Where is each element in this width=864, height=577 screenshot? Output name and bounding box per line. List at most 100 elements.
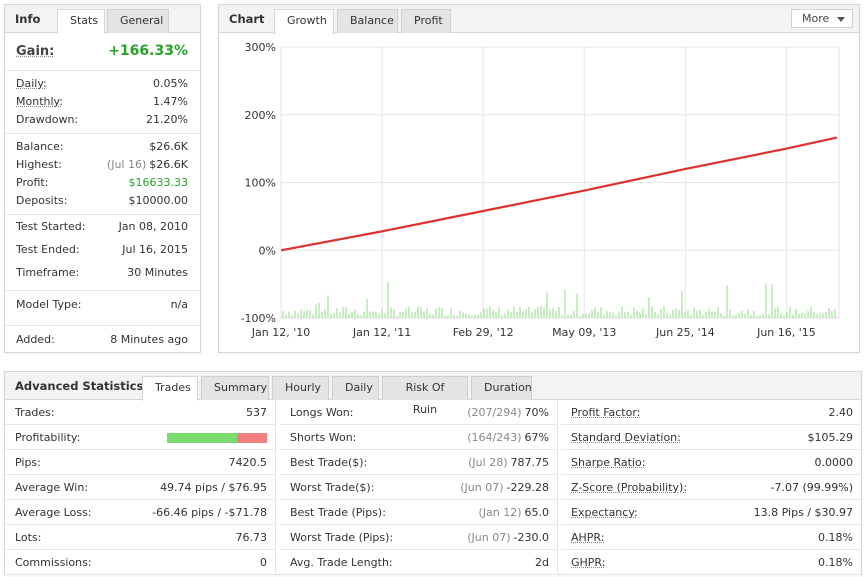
avg-trade-length-label: Avg. Trade Length: bbox=[290, 556, 393, 569]
best-trade-dollars-value: 787.75 bbox=[510, 456, 550, 469]
stats-column-3: Profit Factor: 2.40 Standard Deviation: $1… bbox=[561, 400, 861, 575]
highest-value: $26.6K bbox=[149, 158, 188, 171]
stat-row-z-score: Z-Score (Probability): -7.07 (99.99%) bbox=[561, 475, 861, 500]
average-win-value: 49.74 pips / $76.95 bbox=[160, 481, 267, 494]
profit-factor-label[interactable]: Profit Factor: bbox=[571, 406, 640, 419]
tab-general[interactable]: General bbox=[107, 9, 169, 33]
more-button[interactable]: More bbox=[791, 9, 853, 28]
pips-label: Pips: bbox=[15, 456, 41, 469]
info-group-balance: Balance: $26.6K Highest: (Jul 16) $26.6K Pr… bbox=[5, 134, 200, 215]
gain-row: Gain: +166.33% bbox=[5, 33, 200, 71]
info-panel-header: Info Stats General bbox=[5, 5, 200, 34]
info-row-test-ended: Test Ended: Jul 16, 2015 bbox=[5, 241, 200, 264]
info-row-highest: Highest: (Jul 16) $26.6K bbox=[5, 156, 200, 174]
info-group-added: Added: 8 Minutes ago bbox=[5, 326, 200, 360]
ghpr-value: 0.18% bbox=[818, 556, 853, 569]
longs-won-count: (207/294) bbox=[467, 406, 522, 419]
advanced-statistics-header: Advanced Statistics Trades Summary Hourl… bbox=[5, 372, 861, 416]
test-ended-label: Test Ended: bbox=[16, 243, 80, 256]
info-row-added: Added: 8 Minutes ago bbox=[5, 331, 200, 355]
drawdown-value: 21.20% bbox=[146, 113, 188, 126]
x-tick-label: Jan 12, '11 bbox=[352, 326, 411, 339]
best-trade-dollars-label: Best Trade($): bbox=[290, 456, 368, 469]
info-row-model-type: Model Type: n/a bbox=[5, 296, 200, 320]
daily-value: 0.05% bbox=[153, 77, 188, 90]
trades-label: Trades: bbox=[15, 406, 55, 419]
profitability-label: Profitability: bbox=[15, 431, 81, 444]
stat-row-best-trade-dollars: Best Trade($): (Jul 28) 787.75 bbox=[280, 450, 557, 475]
x-tick-label: Jun 25, '14 bbox=[655, 326, 715, 339]
ahpr-label[interactable]: AHPR: bbox=[571, 531, 604, 544]
shorts-won-value: 67% bbox=[524, 431, 549, 444]
sharpe-ratio-value: 0.0000 bbox=[814, 456, 854, 469]
gain-label[interactable]: Gain: bbox=[16, 44, 54, 59]
shorts-won-wrap: (164/243) 67% bbox=[467, 431, 549, 444]
worst-trade-dollars-value: -229.28 bbox=[506, 481, 549, 494]
stat-row-average-win: Average Win: 49.74 pips / $76.95 bbox=[5, 475, 275, 500]
worst-trade-dollars-label: Worst Trade($): bbox=[290, 481, 375, 494]
x-tick-label: Jun 16, '15 bbox=[756, 326, 816, 339]
advanced-statistics-panel: Advanced Statistics Trades Summary Hourl… bbox=[4, 371, 862, 575]
tab-duration[interactable]: Duration bbox=[471, 376, 532, 400]
ghpr-label[interactable]: GHPR: bbox=[571, 556, 605, 569]
daily-label[interactable]: Daily: bbox=[16, 77, 47, 90]
chevron-down-icon bbox=[837, 17, 845, 22]
monthly-label[interactable]: Monthly: bbox=[16, 95, 63, 108]
chart-panel-header: Chart Growth Balance Profit More bbox=[219, 5, 859, 34]
commissions-value: 0 bbox=[260, 556, 267, 569]
stats-column-2: Longs Won: (207/294) 70% Shorts Won: (164/2… bbox=[280, 400, 558, 575]
tab-trades[interactable]: Trades bbox=[142, 376, 198, 401]
tab-risk-of-ruin[interactable]: Risk Of Ruin bbox=[382, 376, 468, 416]
stat-row-avg-trade-length: Avg. Trade Length: 2d bbox=[280, 550, 557, 575]
expectancy-label[interactable]: Expectancy: bbox=[571, 506, 638, 519]
balance-label: Balance: bbox=[16, 140, 64, 153]
pips-value: 7420.5 bbox=[228, 456, 268, 469]
x-tick-label: Jan 12, '10 bbox=[251, 326, 310, 339]
worst-trade-pips-date: (Jun 07) bbox=[467, 531, 511, 544]
x-tick-label: Feb 29, '12 bbox=[453, 326, 514, 339]
info-row-profit: Profit: $16633.33 bbox=[5, 174, 200, 192]
info-row-test-started: Test Started: Jan 08, 2010 bbox=[5, 218, 200, 241]
best-trade-pips-value: 65.0 bbox=[524, 506, 550, 519]
profitability-loss-segment bbox=[237, 433, 267, 443]
info-row-deposits: Deposits: $10000.00 bbox=[5, 192, 200, 210]
z-score-label[interactable]: Z-Score (Probability): bbox=[571, 481, 687, 494]
model-type-value: n/a bbox=[170, 298, 188, 311]
average-loss-value: -66.46 pips / -$71.78 bbox=[152, 506, 267, 519]
test-started-value: Jan 08, 2010 bbox=[118, 220, 188, 233]
worst-trade-pips-label: Worst Trade (Pips): bbox=[290, 531, 394, 544]
commissions-label: Commissions: bbox=[15, 556, 92, 569]
ahpr-value: 0.18% bbox=[818, 531, 853, 544]
standard-deviation-label[interactable]: Standard Deviation: bbox=[571, 431, 681, 444]
drawdown-label: Drawdown: bbox=[16, 113, 79, 126]
tab-summary[interactable]: Summary bbox=[201, 376, 269, 400]
info-group-rates: Daily: 0.05% Monthly: 1.47% Drawdown: 21.20… bbox=[5, 71, 200, 134]
stat-row-worst-trade-pips: Worst Trade (Pips): (Jun 07) -230.0 bbox=[280, 525, 557, 550]
deposits-label: Deposits: bbox=[16, 194, 68, 207]
tab-hourly[interactable]: Hourly bbox=[272, 376, 329, 400]
tab-profit[interactable]: Profit bbox=[401, 9, 451, 33]
best-trade-pips-wrap: (Jan 12) 65.0 bbox=[478, 506, 549, 519]
stat-row-lots: Lots: 76.73 bbox=[5, 525, 275, 550]
info-row-drawdown: Drawdown: 21.20% bbox=[5, 111, 200, 129]
more-label: More bbox=[802, 12, 830, 25]
monthly-value: 1.47% bbox=[153, 95, 188, 108]
added-value: 8 Minutes ago bbox=[110, 333, 188, 346]
z-score-value: -7.07 (99.99%) bbox=[770, 481, 853, 494]
deposits-value: $10000.00 bbox=[128, 194, 189, 207]
growth-chart: 300% 200% 100% 0% -100%Jan 12, '10 Jan 12, '1… bbox=[241, 41, 840, 339]
sharpe-ratio-label[interactable]: Sharpe Ratio: bbox=[571, 456, 645, 469]
tab-daily[interactable]: Daily bbox=[332, 376, 379, 400]
tab-balance[interactable]: Balance bbox=[337, 9, 398, 33]
x-tick-label: May 09, '13 bbox=[552, 326, 616, 339]
avg-trade-length-value: 2d bbox=[535, 556, 549, 569]
tab-stats[interactable]: Stats bbox=[57, 9, 105, 34]
tab-growth[interactable]: Growth bbox=[274, 9, 334, 34]
stat-row-profitability: Profitability: bbox=[5, 425, 275, 450]
worst-trade-pips-value: -230.0 bbox=[513, 531, 549, 544]
lots-label: Lots: bbox=[15, 531, 42, 544]
info-panel-title: Info bbox=[15, 12, 41, 26]
chart-panel-title: Chart bbox=[229, 12, 265, 26]
stat-row-average-loss: Average Loss: -66.46 pips / -$71.78 bbox=[5, 500, 275, 525]
stat-row-commissions: Commissions: 0 bbox=[5, 550, 275, 575]
